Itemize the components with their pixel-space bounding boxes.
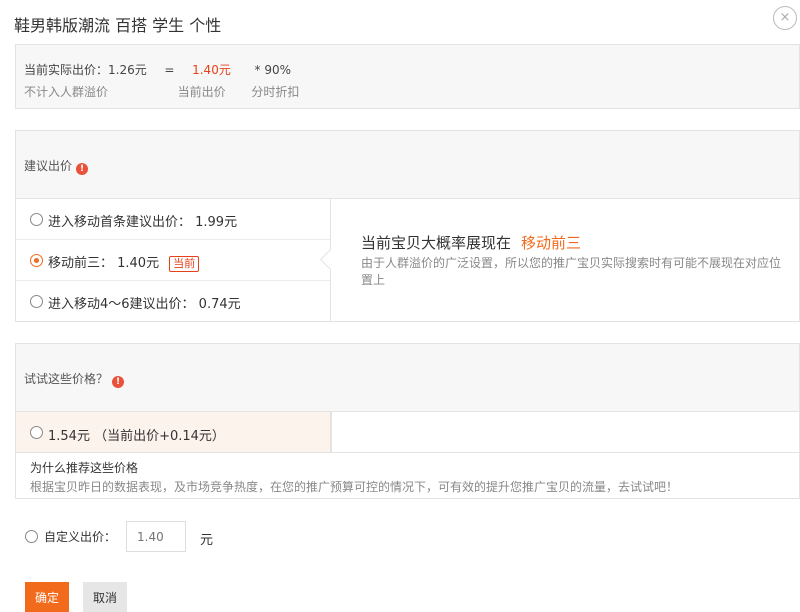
custom-bid-label: 自定义出价： <box>44 530 117 544</box>
bid-summary: 当前实际出价：1.26元 = 1.40元 * 90% 不计入人群溢价 当前出价 … <box>15 44 800 109</box>
actual-bid-label: 当前实际出价：1.26元 <box>24 63 147 77</box>
suggest-options: 进入移动首条建议出价： 1.99元 移动前三： 1.40元 当前 进入移动4～6建… <box>15 198 331 322</box>
cancel-button[interactable]: 取消 <box>83 582 127 612</box>
try-price-option[interactable]: 1.54元 （当前出价+0.14元） <box>15 411 331 453</box>
note-crowd: 不计入人群溢价 <box>24 85 109 99</box>
why-recommend-box: 为什么推荐这些价格 根据宝贝昨日的数据表现，及市场竞争热度，在您的推广预算可控的… <box>15 453 800 499</box>
option-label: 移动前三： 1.40元 当前 <box>48 252 200 272</box>
suggest-heading-text: 建议出价 <box>24 159 73 173</box>
suggest-heading: 建议出价! <box>24 157 89 175</box>
radio-try-price[interactable] <box>30 426 43 439</box>
radio-mobile-top3[interactable] <box>30 254 43 267</box>
try-price-label: 1.54元 （当前出价+0.14元） <box>48 429 225 444</box>
radio-custom-bid[interactable] <box>25 530 38 543</box>
note-discount: 分时折扣 <box>251 85 300 99</box>
try-section-header: 试试这些价格？! <box>15 343 800 411</box>
why-title: 为什么推荐这些价格 <box>30 461 139 475</box>
bid-formula-notes: 不计入人群溢价 当前出价 分时折扣 <box>24 83 299 100</box>
custom-bid-input[interactable] <box>126 521 186 552</box>
current-badge: 当前 <box>169 256 200 272</box>
suggest-section-header: 建议出价! <box>15 130 800 198</box>
option-label: 进入移动4～6建议出价： 0.74元 <box>48 297 241 312</box>
detail-description: 由于人群溢价的广泛设置，所以您的推广宝贝实际搜索时有可能不展现在对应位置上 <box>361 256 782 287</box>
option-mobile-first[interactable]: 进入移动首条建议出价： 1.99元 <box>16 199 330 240</box>
detail-title-text: 当前宝贝大概率展现在 <box>361 234 512 252</box>
try-heading: 试试这些价格？! <box>24 370 125 388</box>
detail-title: 当前宝贝大概率展现在 移动前三 <box>361 232 581 253</box>
confirm-button[interactable]: 确定 <box>25 582 69 612</box>
info-icon[interactable]: ! <box>76 163 89 175</box>
note-current: 当前出价 <box>177 85 226 99</box>
option-detail-panel: 当前宝贝大概率展现在 移动前三 由于人群溢价的广泛设置，所以您的推广宝贝实际搜索时… <box>331 198 800 322</box>
option-label-text: 移动前三： 1.40元 <box>48 256 160 271</box>
current-bid-value: 1.40元 <box>192 63 231 77</box>
custom-bid-unit: 元 <box>200 533 214 548</box>
bid-formula: 当前实际出价：1.26元 = 1.40元 * 90% <box>24 61 291 78</box>
info-icon[interactable]: ! <box>112 376 125 388</box>
radio-mobile-4-6[interactable] <box>30 295 43 308</box>
radio-mobile-first[interactable] <box>30 213 43 226</box>
close-icon[interactable]: × <box>773 6 797 30</box>
discount-factor: * 90% <box>254 63 292 77</box>
equals-sign: = <box>164 63 175 77</box>
try-heading-text: 试试这些价格？ <box>24 372 109 386</box>
why-description: 根据宝贝昨日的数据表现，及市场竞争热度，在您的推广预算可控的情况下，可有效的提升… <box>30 480 679 494</box>
option-mobile-top3[interactable]: 移动前三： 1.40元 当前 <box>16 240 330 281</box>
dialog-title: 鞋男韩版潮流 百搭 学生 个性 <box>14 16 222 35</box>
option-label: 进入移动首条建议出价： 1.99元 <box>48 215 238 230</box>
try-price-detail <box>331 411 800 453</box>
option-mobile-4-6[interactable]: 进入移动4～6建议出价： 0.74元 <box>16 281 330 322</box>
detail-highlight: 移动前三 <box>521 234 582 252</box>
